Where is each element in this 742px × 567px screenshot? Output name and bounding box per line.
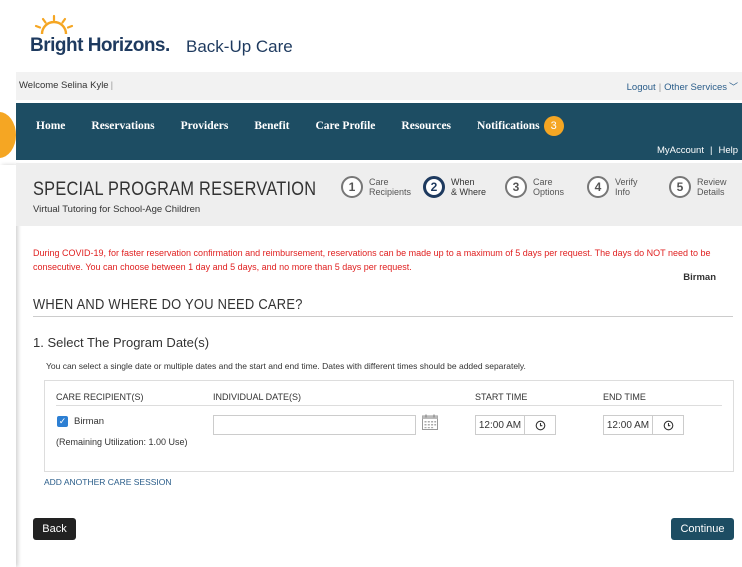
- subsection-title: 1. Select The Program Date(s): [33, 335, 210, 350]
- help-link[interactable]: Help: [718, 145, 738, 156]
- step-number: 1: [341, 176, 363, 198]
- progress-steps: 1 Care Recipients 2 When & Where 3 Care Opt…: [341, 176, 742, 198]
- end-time-input[interactable]: 12:00 AM: [603, 415, 653, 435]
- program-header: SPECIAL PROGRAM RESERVATION Virtual Tuto…: [16, 163, 742, 226]
- other-services-link[interactable]: Other Services ﹀: [664, 82, 738, 93]
- nav-notifications[interactable]: Notifications 3: [477, 116, 564, 136]
- section-divider: [33, 316, 733, 317]
- step-care-options: 3 Care Options: [505, 176, 587, 198]
- nav-reservations[interactable]: Reservations: [91, 116, 154, 136]
- clock-icon: [535, 420, 545, 430]
- step-label: Care Options: [533, 177, 565, 197]
- app-title: Back-Up Care: [186, 37, 293, 56]
- remaining-utilization: (Remaining Utilization: 1.00 Use): [56, 437, 188, 447]
- section-title: WHEN AND WHERE DO YOU NEED CARE?: [33, 296, 303, 313]
- sun-logo-icon: [34, 14, 74, 35]
- account-links: Logout | Other Services ﹀: [626, 82, 738, 93]
- nav-sub-links: MyAccount | Help: [656, 145, 738, 156]
- recipient-checkbox[interactable]: ✓: [57, 416, 68, 427]
- step-number: 4: [587, 176, 609, 198]
- nav-home[interactable]: Home: [36, 116, 65, 136]
- back-button[interactable]: Back: [33, 518, 76, 540]
- step-label: Verify Info: [615, 177, 638, 197]
- header-individual-dates: INDIVIDUAL DATE(S): [213, 392, 302, 402]
- start-time-input[interactable]: 12:00 AM: [475, 415, 525, 435]
- header-end-time: END TIME: [603, 392, 646, 402]
- header-start-time: START TIME: [475, 392, 528, 402]
- logout-link[interactable]: Logout: [627, 82, 656, 93]
- step-care-recipients: 1 Care Recipients: [341, 176, 423, 198]
- chevron-down-icon: ﹀: [728, 82, 738, 92]
- header-divider: [56, 405, 722, 406]
- nav-providers[interactable]: Providers: [181, 116, 229, 136]
- clock-icon: [663, 420, 673, 430]
- nav-care-profile[interactable]: Care Profile: [315, 116, 375, 136]
- individual-date-input[interactable]: [213, 415, 416, 435]
- checkmark-icon: ✓: [58, 416, 67, 426]
- welcome-text: Welcome Selina Kyle |: [19, 80, 114, 91]
- continue-button[interactable]: Continue: [671, 518, 734, 540]
- welcome-bar: Welcome Selina Kyle | Logout | Other Servic…: [16, 72, 742, 100]
- header-care-recipients: CARE RECIPIENT(S): [56, 392, 144, 402]
- program-subtitle: Virtual Tutoring for School-Age Children: [33, 204, 201, 215]
- step-label: When & Where: [451, 177, 487, 197]
- program-title: SPECIAL PROGRAM RESERVATION: [33, 179, 317, 200]
- step-number: 3: [505, 176, 527, 198]
- end-time-button[interactable]: [653, 415, 684, 435]
- brand-header: Bright Horizons. Back-Up Care: [30, 10, 330, 65]
- step-when-where: 2 When & Where: [423, 176, 505, 198]
- calendar-icon[interactable]: [421, 413, 439, 431]
- end-time-picker: 12:00 AM: [603, 415, 684, 435]
- logo-wordmark[interactable]: Bright Horizons.: [30, 35, 170, 57]
- step-label: Review Details: [697, 177, 727, 197]
- nav-items: Home Reservations Providers Benefit Care…: [36, 116, 590, 136]
- step-number: 2: [423, 176, 445, 198]
- helper-text: You can select a single date or multiple…: [46, 361, 526, 371]
- my-account-link[interactable]: MyAccount: [657, 145, 704, 156]
- selected-recipient-name: Birman: [683, 272, 716, 283]
- side-decoration-circle: [0, 112, 16, 158]
- step-verify-info: 4 Verify Info: [587, 176, 669, 198]
- covid-notice: During COVID-19, for faster reservation …: [33, 248, 711, 272]
- step-number: 5: [669, 176, 691, 198]
- main-navbar: Home Reservations Providers Benefit Care…: [16, 103, 742, 160]
- side-shadow-panel: [0, 165, 16, 567]
- add-care-session-link[interactable]: ADD ANOTHER CARE SESSION: [44, 477, 172, 487]
- care-session-panel: CARE RECIPIENT(S) INDIVIDUAL DATE(S) STA…: [44, 380, 734, 472]
- step-review-details: 5 Review Details: [669, 176, 742, 198]
- nav-benefit[interactable]: Benefit: [254, 116, 289, 136]
- start-time-button[interactable]: [525, 415, 556, 435]
- nav-resources[interactable]: Resources: [401, 116, 451, 136]
- recipient-checkbox-label[interactable]: Birman: [74, 416, 104, 427]
- notifications-badge: 3: [543, 116, 564, 136]
- step-label: Care Recipients: [369, 177, 412, 197]
- start-time-picker: 12:00 AM: [475, 415, 556, 435]
